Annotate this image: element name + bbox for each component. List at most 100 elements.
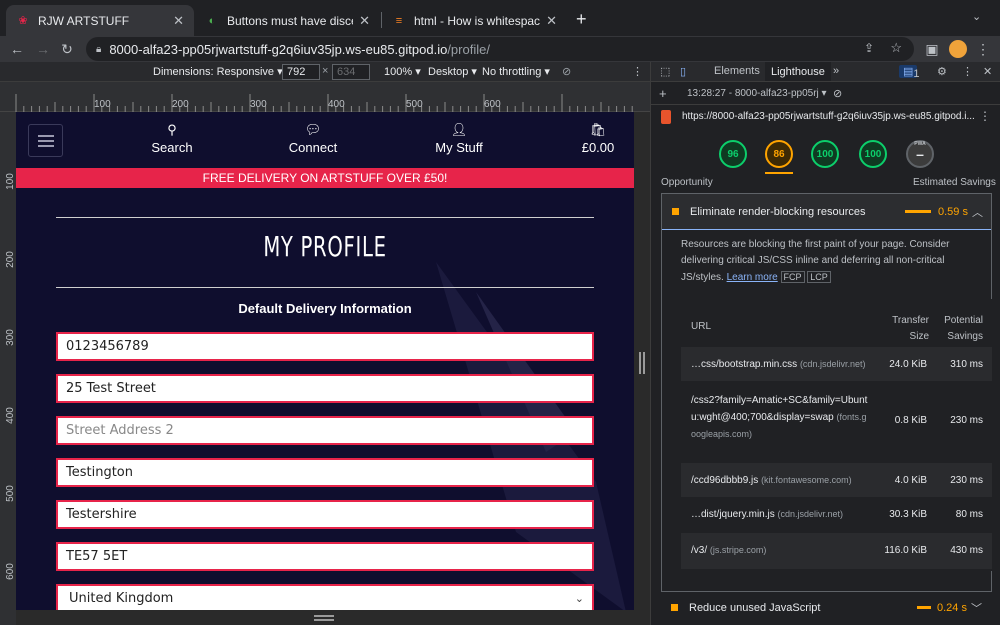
devtools-menu-icon[interactable]: ⋮ bbox=[962, 65, 973, 78]
throttling-label: No throttling bbox=[482, 66, 542, 78]
tab-stackoverflow[interactable]: ≡ html - How is whitespace in an ✕ bbox=[382, 5, 567, 36]
pwa-label: PWA bbox=[914, 141, 926, 147]
device-type-dropdown[interactable]: Desktop ▾ bbox=[428, 65, 477, 78]
best-practices-score-gauge[interactable]: 100 bbox=[811, 140, 839, 168]
nav-bag[interactable]: 🛍︎ £0.00 bbox=[558, 122, 634, 155]
rotate-icon[interactable]: ⊘ bbox=[562, 65, 571, 78]
profile-avatar[interactable] bbox=[949, 40, 967, 58]
shopping-bag-icon: 🛍︎ bbox=[589, 122, 607, 137]
row-savings: 430 ms bbox=[950, 545, 983, 556]
bookmark-star-icon[interactable]: ☆ bbox=[890, 40, 902, 56]
country-select[interactable]: United Kingdom ⌄ bbox=[56, 584, 594, 610]
tab-buttons-discernible[interactable]: ◐ Buttons must have discernible ✕ bbox=[195, 5, 380, 36]
report-selector[interactable]: 13:28:27 - 8000-alfa23-pp05rj ▾ bbox=[687, 88, 827, 99]
lighthouse-logo-icon bbox=[661, 110, 671, 124]
ruler-label: 600 bbox=[4, 563, 16, 580]
audit-title: Reduce unused JavaScript bbox=[689, 602, 821, 614]
phone-input[interactable]: 0123456789 bbox=[56, 332, 594, 361]
lighthouse-report-bar: + 13:28:27 - 8000-alfa23-pp05rj ▾ ⊘ bbox=[651, 83, 1000, 105]
row-savings: 310 ms bbox=[950, 359, 983, 370]
audit-header[interactable]: Eliminate render-blocking resources 0.59… bbox=[662, 194, 991, 230]
report-menu-icon[interactable]: ⋮ bbox=[979, 109, 991, 123]
country-value: United Kingdom bbox=[69, 591, 174, 606]
row-url: /v3/ (js.stripe.com) bbox=[691, 545, 767, 556]
close-devtools-icon[interactable]: ✕ bbox=[983, 65, 992, 78]
url-host: 8000-alfa23-pp05rjwartstuff-g2q6iuv35jp.… bbox=[109, 41, 448, 57]
row-savings: 80 ms bbox=[955, 509, 983, 520]
row-url: …dist/jquery.min.js (cdn.jsdelivr.net) bbox=[691, 509, 844, 520]
tab-search-icon[interactable]: ⌄ bbox=[972, 10, 981, 23]
tab-rjw-artstuff[interactable]: ❀ RJW ARTSTUFF ✕ bbox=[6, 5, 194, 36]
nav-my-stuff[interactable]: 👤︎ My Stuff bbox=[419, 122, 499, 155]
row-size: 4.0 KiB bbox=[894, 475, 927, 486]
dimensions-dropdown[interactable]: Dimensions: Responsive ▾ bbox=[153, 65, 283, 78]
close-tab-icon[interactable]: ✕ bbox=[546, 13, 557, 29]
forward-button[interactable]: → bbox=[32, 38, 54, 60]
back-button[interactable]: ← bbox=[6, 38, 28, 60]
zoom-dropdown[interactable]: 100% ▾ bbox=[384, 65, 421, 78]
browser-menu-icon[interactable]: ⋮ bbox=[972, 38, 994, 60]
warning-square-icon bbox=[671, 604, 678, 611]
audit-savings: 0.59 s bbox=[938, 206, 968, 218]
table-row: /css2?family=Amatic+SC&family=Ubuntu:wgh… bbox=[681, 381, 992, 463]
table-row: …dist/jquery.min.js (cdn.jsdelivr.net) 3… bbox=[681, 497, 992, 533]
row-size: 116.0 KiB bbox=[884, 545, 927, 556]
device-more-icon[interactable]: ⋮ bbox=[632, 65, 643, 78]
new-tab-button[interactable]: + bbox=[576, 9, 587, 30]
url-path: /profile/ bbox=[447, 41, 490, 57]
width-input[interactable]: 792 bbox=[282, 64, 320, 80]
ruler-label: 100 bbox=[4, 173, 16, 190]
street-address-2-input[interactable]: Street Address 2 bbox=[56, 416, 594, 445]
throttling-dropdown[interactable]: No throttling ▾ bbox=[482, 65, 550, 78]
device-toggle-icon[interactable]: ▯ bbox=[680, 65, 686, 78]
reload-button[interactable]: ↻ bbox=[56, 38, 78, 60]
pwa-score-gauge[interactable]: PWA – bbox=[906, 140, 934, 168]
town-input[interactable]: Testington bbox=[56, 458, 594, 487]
ruler-label: 500 bbox=[406, 99, 423, 110]
row-size: 30.3 KiB bbox=[889, 509, 927, 520]
nav-search[interactable]: ⚲ Search bbox=[132, 122, 212, 155]
row-size: 24.0 KiB bbox=[889, 359, 927, 370]
viewport-resize-handle[interactable] bbox=[634, 112, 650, 625]
learn-more-link[interactable]: Learn more bbox=[727, 272, 778, 283]
hamburger-menu-button[interactable] bbox=[28, 124, 63, 157]
close-tab-icon[interactable]: ✕ bbox=[173, 13, 184, 29]
chevron-up-icon: ︿ bbox=[972, 207, 983, 219]
close-tab-icon[interactable]: ✕ bbox=[359, 13, 370, 29]
tab-lighthouse[interactable]: Lighthouse bbox=[765, 62, 831, 81]
accessibility-score-gauge[interactable]: 86 bbox=[765, 140, 793, 168]
street-address-1-input[interactable]: 25 Test Street bbox=[56, 374, 594, 403]
search-icon: ⚲ bbox=[167, 122, 177, 137]
divider bbox=[56, 217, 594, 218]
stackoverflow-favicon-icon: ≡ bbox=[395, 14, 403, 27]
delivery-banner: FREE DELIVERY ON ARTSTUFF OVER £50! bbox=[16, 168, 634, 188]
side-panel-icon[interactable]: ▣ bbox=[921, 38, 943, 60]
devtools-tab-bar: ⬚ ▯ Elements Lighthouse » ▤ 1 ⚙ ⋮ ✕ bbox=[651, 62, 1000, 82]
tab-elements[interactable]: Elements bbox=[714, 65, 760, 77]
seo-score-gauge[interactable]: 100 bbox=[859, 140, 887, 168]
height-input[interactable]: 634 bbox=[332, 64, 370, 80]
address-bar[interactable]: 🔒︎ 8000-alfa23-pp05rjwartstuff-g2q6iuv35… bbox=[86, 37, 914, 61]
resources-table: URL Transfer Size Potential Savings …css… bbox=[681, 299, 992, 571]
new-report-icon[interactable]: + bbox=[659, 86, 667, 101]
tab-title: html - How is whitespace in an bbox=[414, 13, 541, 28]
issues-badge[interactable]: ▤ 1 bbox=[899, 65, 920, 80]
inspect-element-icon[interactable]: ⬚ bbox=[660, 65, 670, 78]
county-input[interactable]: Testershire bbox=[56, 500, 594, 529]
row-url: /ccd96dbbb9.js (kit.fontawesome.com) bbox=[691, 475, 852, 486]
browser-toolbar: ← → ↻ 🔒︎ 8000-alfa23-pp05rjwartstuff-g2q… bbox=[0, 36, 1000, 62]
nav-connect[interactable]: 💬︎ Connect bbox=[273, 122, 353, 155]
clear-reports-icon[interactable]: ⊘ bbox=[833, 87, 842, 100]
settings-gear-icon[interactable]: ⚙ bbox=[937, 65, 947, 78]
ruler-label: 400 bbox=[328, 99, 345, 110]
report-url-bar: https://8000-alfa23-pp05rjwartstuff-g2q6… bbox=[651, 106, 1000, 128]
share-icon[interactable]: ⇪ bbox=[864, 41, 874, 55]
audit-savings: 0.24 s bbox=[937, 602, 967, 614]
postcode-input[interactable]: TE57 5ET bbox=[56, 542, 594, 571]
unused-js-audit[interactable]: Reduce unused JavaScript 0.24 s ﹀ bbox=[661, 596, 992, 622]
viewport-bottom-handle[interactable] bbox=[16, 610, 634, 625]
more-tabs-icon[interactable]: » bbox=[833, 65, 839, 77]
device-toolbar: Dimensions: Responsive ▾ 792 × 634 100% … bbox=[0, 62, 650, 82]
table-row: /v3/ (js.stripe.com) 116.0 KiB 430 ms bbox=[681, 533, 992, 569]
performance-score-gauge[interactable]: 96 bbox=[719, 140, 747, 168]
